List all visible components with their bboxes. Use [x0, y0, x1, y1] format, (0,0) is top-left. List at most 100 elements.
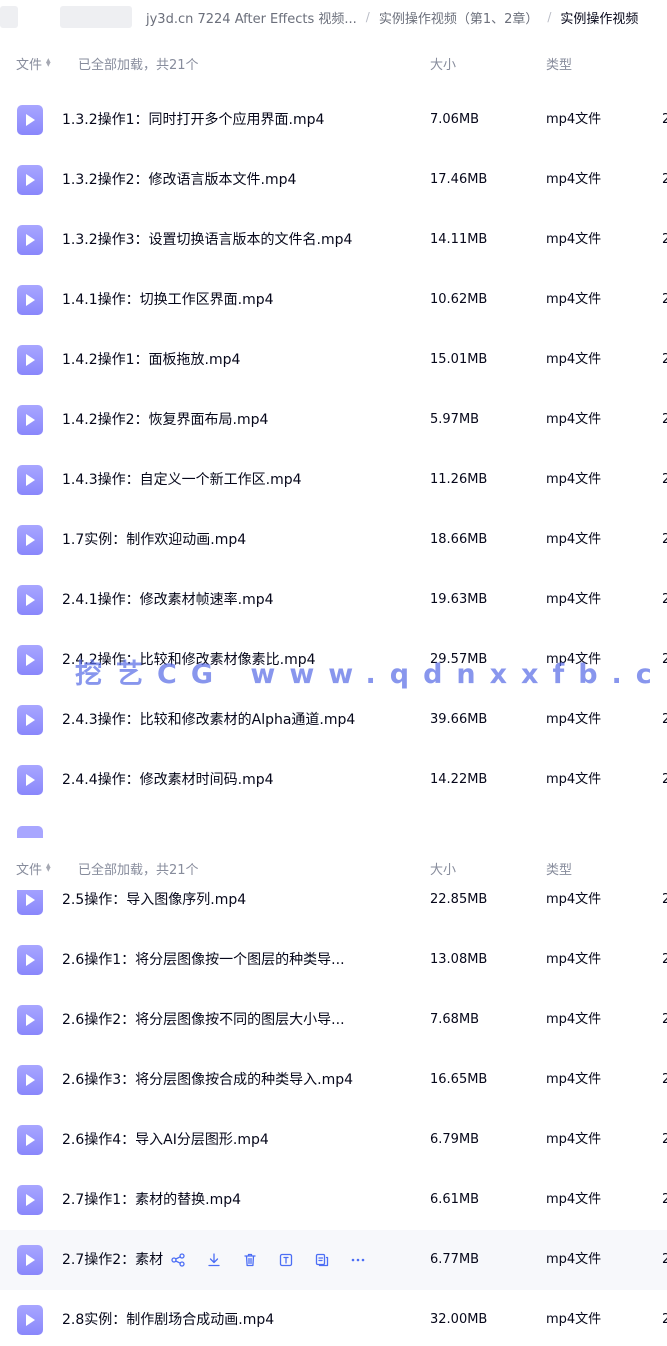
file-name[interactable]: 2.6操作1：将分层图像按一个图层的种类导... [62, 930, 345, 990]
video-file-icon [17, 465, 43, 495]
breadcrumb-item-root[interactable]: jy3d.cn 7224 After Effects 视频... [146, 8, 357, 27]
file-name[interactable]: 1.4.3操作：自定义一个新工作区.mp4 [62, 450, 302, 510]
file-size: 5.97MB [430, 412, 480, 427]
video-file-icon [17, 345, 43, 375]
file-row[interactable]: 2.4.4操作：修改素材时间码.mp4 14.22MB mp4文件 2 [0, 750, 667, 810]
file-name[interactable]: 1.4.1操作：切换工作区界面.mp4 [62, 270, 274, 330]
file-row[interactable]: 1.4.3操作：自定义一个新工作区.mp4 11.26MB mp4文件 2 [0, 450, 667, 510]
file-size: 19.63MB [430, 592, 488, 607]
loaded-count: 已全部加载，共21个 [78, 862, 199, 878]
file-row[interactable]: 2.4.1操作：修改素材帧速率.mp4 19.63MB mp4文件 2 [0, 570, 667, 630]
file-name[interactable]: 1.3.2操作2：修改语言版本文件.mp4 [62, 150, 296, 210]
file-modified-date: 2 [662, 712, 667, 727]
file-size: 11.26MB [430, 472, 488, 487]
breadcrumb-separator: / [365, 10, 370, 24]
video-file-icon [17, 1065, 43, 1095]
file-row[interactable]: 1.3.2操作3：设置切换语言版本的文件名.mp4 14.11MB mp4文件 2 [0, 210, 667, 270]
file-size: 16.65MB [430, 1072, 488, 1087]
more-icon[interactable] [340, 1230, 376, 1290]
file-size: 18.66MB [430, 532, 488, 547]
breadcrumb-item-chapter[interactable]: 实例操作视频（第1、2章） [379, 8, 539, 27]
video-file-icon [17, 765, 43, 795]
file-name[interactable]: 2.6操作2：将分层图像按不同的图层大小导... [62, 990, 345, 1050]
file-name[interactable]: 2.6操作4：导入AI分层图形.mp4 [62, 1110, 269, 1170]
column-header-file[interactable]: 文件 ▲ ▼ [16, 859, 51, 878]
file-size: 15.01MB [430, 352, 488, 367]
file-name[interactable]: 2.6操作3：将分层图像按合成的种类导入.mp4 [62, 1050, 353, 1110]
column-header-type[interactable]: 类型 [546, 859, 572, 878]
file-size: 32.00MB [430, 1312, 488, 1327]
file-name[interactable]: 1.4.2操作2：恢复界面布局.mp4 [62, 390, 268, 450]
file-row[interactable]: 2.6操作1：将分层图像按一个图层的种类导... 13.08MB mp4文件 2 [0, 930, 667, 990]
file-name[interactable]: 2.8实例：制作剧场合成动画.mp4 [62, 1290, 274, 1346]
watermark: 挖艺CG www.qdnxxfb.cn [75, 659, 667, 690]
file-name[interactable]: 2.7操作1：素材的替换.mp4 [62, 1170, 241, 1230]
file-type: mp4文件 [546, 172, 602, 187]
file-row[interactable]: 1.4.2操作1：面板拖放.mp4 15.01MB mp4文件 2 [0, 330, 667, 390]
column-header-size[interactable]: 大小 [430, 859, 456, 878]
file-row[interactable]: 1.3.2操作2：修改语言版本文件.mp4 17.46MB mp4文件 2 [0, 150, 667, 210]
download-icon[interactable] [196, 1230, 232, 1290]
file-modified-date: 2 [662, 172, 667, 187]
file-name[interactable]: 2.4.3操作：比较和修改素材的Alpha通道.mp4 [62, 690, 355, 750]
file-row[interactable]: 2.6操作2：将分层图像按不同的图层大小导... 7.68MB mp4文件 2 [0, 990, 667, 1050]
file-modified-date: 2 [662, 112, 667, 127]
video-file-icon [17, 890, 43, 915]
file-name[interactable]: 1.4.2操作1：面板拖放.mp4 [62, 330, 240, 390]
file-size: 14.11MB [430, 232, 488, 247]
breadcrumb: jy3d.cn 7224 After Effects 视频... / 实例操作视… [0, 0, 667, 34]
video-file-icon [17, 585, 43, 615]
file-name[interactable]: 1.3.2操作3：设置切换语言版本的文件名.mp4 [62, 210, 352, 270]
column-header-type[interactable]: 类型 [546, 54, 572, 73]
file-modified-date: 2 [662, 352, 667, 367]
file-row[interactable]: 2.7操作2：素材 6.77MB mp4文件 2 [0, 1230, 667, 1290]
file-name[interactable]: 2.4.4操作：修改素材时间码.mp4 [62, 750, 274, 810]
file-modified-date: 2 [662, 892, 667, 907]
file-modified-date: 2 [662, 412, 667, 427]
file-modified-date: 2 [662, 772, 667, 787]
file-type: mp4文件 [546, 412, 602, 427]
column-header-size[interactable]: 大小 [430, 54, 456, 73]
video-file-icon [17, 1245, 43, 1275]
file-name[interactable]: 1.3.2操作1：同时打开多个应用界面.mp4 [62, 90, 324, 150]
file-name[interactable]: 2.5操作：导入图像序列.mp4 [62, 890, 246, 930]
file-name[interactable]: 2.4.1操作：修改素材帧速率.mp4 [62, 570, 274, 630]
file-row[interactable]: 1.7实例：制作欢迎动画.mp4 18.66MB mp4文件 2 [0, 510, 667, 570]
file-type: mp4文件 [546, 1252, 602, 1267]
file-row[interactable]: 2.7操作1：素材的替换.mp4 6.61MB mp4文件 2 [0, 1170, 667, 1230]
copy-icon[interactable] [304, 1230, 340, 1290]
file-size: 14.22MB [430, 772, 488, 787]
file-row[interactable]: 2.4.3操作：比较和修改素材的Alpha通道.mp4 39.66MB mp4文件 2 [0, 690, 667, 750]
file-type: mp4文件 [546, 1072, 602, 1087]
video-file-icon [17, 826, 43, 838]
file-modified-date: 2 [662, 292, 667, 307]
file-type: mp4文件 [546, 952, 602, 967]
video-file-icon [17, 525, 43, 555]
delete-icon[interactable] [232, 1230, 268, 1290]
video-file-icon [17, 405, 43, 435]
file-row[interactable]: 2.8实例：制作剧场合成动画.mp4 32.00MB mp4文件 2 [0, 1290, 667, 1346]
file-size: 6.77MB [430, 1252, 480, 1267]
file-row[interactable]: 1.3.2操作1：同时打开多个应用界面.mp4 7.06MB mp4文件 2 [0, 90, 667, 150]
file-row[interactable]: 2.5操作：导入图像序列.mp4 22.85MB mp4文件 2 [0, 890, 667, 930]
file-size: 13.08MB [430, 952, 488, 967]
share-icon[interactable] [160, 1230, 196, 1290]
file-name[interactable]: 1.7实例：制作欢迎动画.mp4 [62, 510, 246, 570]
file-name[interactable]: 2.7操作2：素材 [62, 1230, 163, 1290]
file-list-top: 1.3.2操作1：同时打开多个应用界面.mp4 7.06MB mp4文件 2 1.3.2… [0, 90, 667, 838]
file-type: mp4文件 [546, 1132, 602, 1147]
file-modified-date: 2 [662, 1072, 667, 1087]
file-row[interactable]: 1.4.2操作2：恢复界面布局.mp4 5.97MB mp4文件 2 [0, 390, 667, 450]
video-file-icon [17, 285, 43, 315]
file-row[interactable]: 2.6操作3：将分层图像按合成的种类导入.mp4 16.65MB mp4文件 2 [0, 1050, 667, 1110]
file-type: mp4文件 [546, 1312, 602, 1327]
video-file-icon [17, 105, 43, 135]
file-row[interactable]: 1.4.1操作：切换工作区界面.mp4 10.62MB mp4文件 2 [0, 270, 667, 330]
rename-icon[interactable] [268, 1230, 304, 1290]
video-file-icon [17, 1125, 43, 1155]
file-type: mp4文件 [546, 1192, 602, 1207]
file-list-header: 文件 ▲ ▼ 已全部加载，共21个 大小 类型 [0, 839, 667, 897]
column-header-file[interactable]: 文件 ▲ ▼ [16, 54, 51, 73]
file-type: mp4文件 [546, 532, 602, 547]
file-row[interactable]: 2.6操作4：导入AI分层图形.mp4 6.79MB mp4文件 2 [0, 1110, 667, 1170]
